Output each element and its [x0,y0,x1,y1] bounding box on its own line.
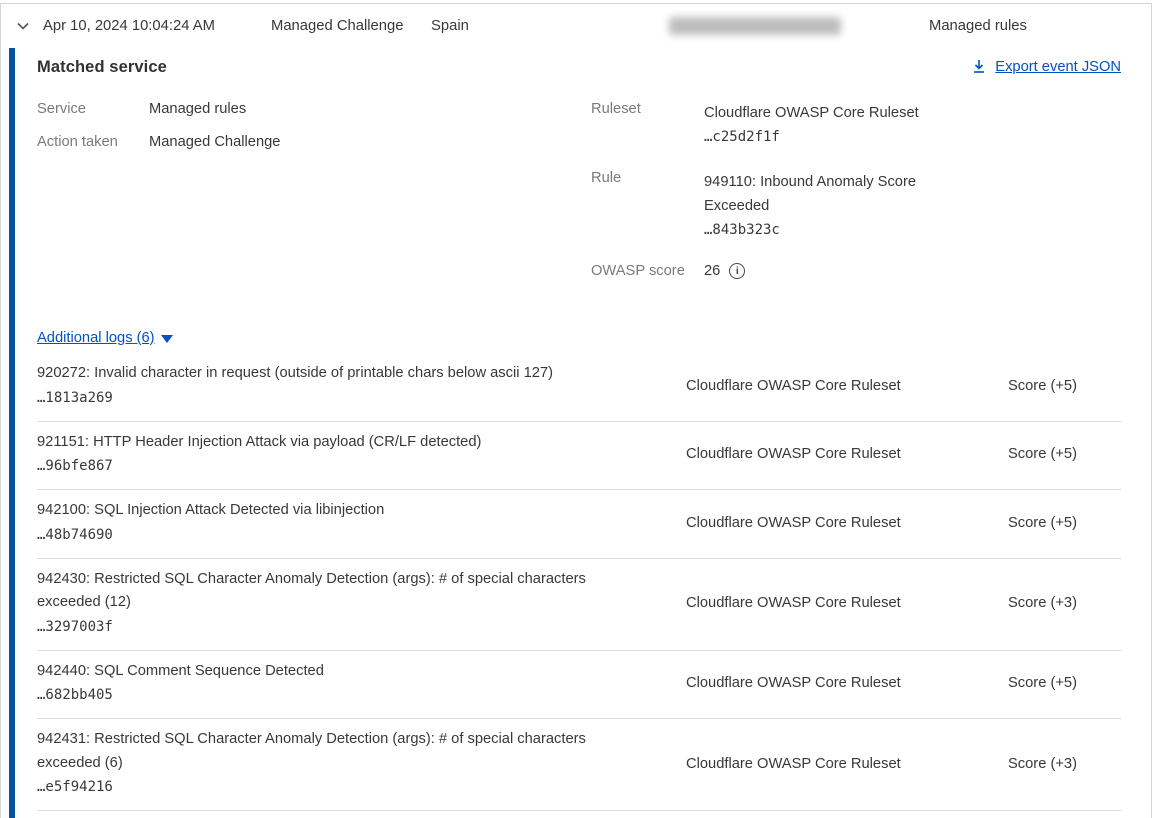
field-label: OWASP score [591,263,704,279]
ruleset-name: Cloudflare OWASP Core Ruleset [704,105,919,121]
log-rule-id-hash: …48b74690 [37,523,649,547]
log-ruleset-name: Cloudflare OWASP Core Ruleset [686,446,1008,462]
log-row: 942100: SQL Injection Attack Detected vi… [37,490,1121,559]
log-row: 921151: HTTP Header Injection Attack via… [37,422,1121,491]
field-value: Managed rules [149,101,246,117]
firewall-events-table: Apr 10, 2024 10:04:24 AM Managed Challen… [0,3,1152,818]
field-service: Service Managed rules [37,101,591,117]
event-detail-panel: Matched service Export event JSON Servic… [9,48,1151,818]
matched-service-fields: Service Managed rules Action taken Manag… [37,101,1121,300]
field-ruleset: Ruleset Cloudflare OWASP Core Ruleset …c… [591,101,944,149]
log-row: 942440: SQL Comment Sequence Detected …6… [37,651,1121,720]
event-action: Managed Challenge [271,18,431,34]
rule-id-hash: …843b323c [704,222,780,238]
field-label: Service [37,101,149,117]
log-score: Score (+3) [1008,595,1077,611]
export-event-json-link[interactable]: Export event JSON [995,59,1121,75]
additional-logs-link[interactable]: Additional logs (6) [37,330,155,346]
log-rule-description: 942430: Restricted SQL Character Anomaly… [37,568,649,615]
caret-down-icon [161,335,173,343]
additional-logs-toggle[interactable]: Additional logs (6) [37,330,1121,346]
log-ruleset-name: Cloudflare OWASP Core Ruleset [686,756,1008,772]
log-score: Score (+5) [1008,515,1077,531]
field-owasp-score: OWASP score 26 i [591,263,944,279]
log-rule-id-hash: …1813a269 [37,386,649,410]
log-rule-id-hash: …e5f94216 [37,775,649,799]
panel-title: Matched service [37,58,167,77]
ruleset-id-hash: …c25d2f1f [704,129,780,145]
owasp-score-value: 26 [704,263,720,279]
log-rule-description: 942431: Restricted SQL Character Anomaly… [37,728,649,775]
rule-name: 949110: Inbound Anomaly Score Exceeded [704,174,916,214]
log-row: 942431: Restricted SQL Character Anomaly… [37,719,1121,811]
field-rule: Rule 949110: Inbound Anomaly Score Excee… [591,170,944,242]
log-rule-id-hash: …682bb405 [37,683,649,707]
log-score: Score (+5) [1008,675,1077,691]
additional-logs-list: 920272: Invalid character in request (ou… [37,353,1121,811]
log-ruleset-name: Cloudflare OWASP Core Ruleset [686,595,1008,611]
redacted-host-text [669,17,841,35]
log-score: Score (+5) [1008,446,1077,462]
field-action-taken: Action taken Managed Challenge [37,134,591,150]
log-rule-id-hash: …96bfe867 [37,454,649,478]
field-value: Managed Challenge [149,134,280,150]
log-rule-description: 942100: SQL Injection Attack Detected vi… [37,499,649,523]
event-country: Spain [431,18,669,34]
collapse-row-button[interactable] [15,18,43,34]
log-rule-description: 921151: HTTP Header Injection Attack via… [37,431,649,455]
event-service: Managed rules [929,18,1027,34]
log-rule-description: 942440: SQL Comment Sequence Detected [37,660,649,684]
log-rule-description: 920272: Invalid character in request (ou… [37,362,649,386]
field-label: Ruleset [591,101,704,149]
info-icon[interactable]: i [729,263,745,279]
log-score: Score (+3) [1008,756,1077,772]
download-icon [971,58,987,75]
log-ruleset-name: Cloudflare OWASP Core Ruleset [686,675,1008,691]
event-row-header[interactable]: Apr 10, 2024 10:04:24 AM Managed Challen… [1,4,1151,48]
log-ruleset-name: Cloudflare OWASP Core Ruleset [686,515,1008,531]
field-label: Action taken [37,134,149,150]
log-row: 920272: Invalid character in request (ou… [37,353,1121,422]
log-rule-id-hash: …3297003f [37,615,649,639]
log-row: 942430: Restricted SQL Character Anomaly… [37,559,1121,651]
field-label: Rule [591,170,704,242]
chevron-down-icon [15,18,31,34]
export-event-json[interactable]: Export event JSON [971,58,1121,75]
log-ruleset-name: Cloudflare OWASP Core Ruleset [686,378,1008,394]
log-score: Score (+5) [1008,378,1077,394]
event-timestamp: Apr 10, 2024 10:04:24 AM [43,18,271,34]
